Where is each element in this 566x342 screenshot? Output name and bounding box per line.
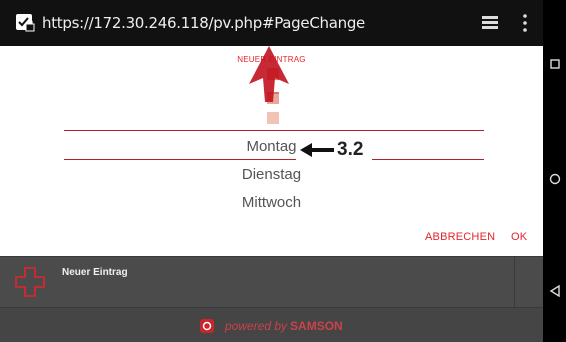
powered-by-label: powered by xyxy=(225,319,288,333)
brand-name: SAMSON xyxy=(290,319,343,333)
powered-by-text: powered by SAMSON xyxy=(225,319,343,333)
picker-option-dienstag[interactable]: Dienstag xyxy=(0,166,543,183)
samson-logo-icon xyxy=(200,319,214,333)
picker-divider-top xyxy=(64,130,484,131)
home-icon[interactable] xyxy=(548,172,562,186)
app-screen: https://172.30.246.118/pv.php#PageChange… xyxy=(0,0,543,342)
cancel-button[interactable]: ABBRECHEN xyxy=(425,231,495,243)
ok-button[interactable]: OK xyxy=(511,231,527,243)
recent-apps-icon[interactable] xyxy=(548,57,562,71)
overflow-menu-icon[interactable] xyxy=(522,14,528,32)
list-item[interactable]: Neuer Eintrag xyxy=(0,256,543,309)
picker-option-montag[interactable]: Montag xyxy=(0,138,543,155)
row-divider xyxy=(514,257,515,309)
url-text[interactable]: https://172.30.246.118/pv.php#PageChange xyxy=(42,14,365,32)
add-cross-icon xyxy=(15,267,45,297)
picker-option-mittwoch[interactable]: Mittwoch xyxy=(0,194,543,211)
site-security-icon[interactable] xyxy=(15,13,35,33)
list-item-label: Neuer Eintrag xyxy=(62,267,128,278)
footer: powered by SAMSON xyxy=(0,308,543,342)
back-icon[interactable] xyxy=(548,284,562,298)
browser-url-bar: https://172.30.246.118/pv.php#PageChange xyxy=(0,0,543,46)
swipe-up-arrow-icon xyxy=(249,46,289,102)
picker-divider-bottom xyxy=(64,159,484,160)
scroll-indicator xyxy=(267,112,279,124)
annotation-label: 3.2 xyxy=(337,139,364,160)
tabs-icon[interactable] xyxy=(482,16,498,30)
annotation-arrow-icon xyxy=(300,143,334,157)
android-nav-bar xyxy=(543,0,566,342)
